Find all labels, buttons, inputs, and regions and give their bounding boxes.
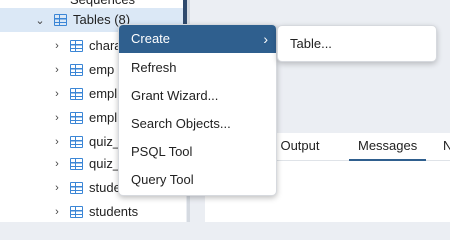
menu-item-psql-tool[interactable]: PSQL Tool bbox=[119, 138, 276, 166]
tab-messages[interactable]: Messages bbox=[349, 133, 427, 161]
tree-item-label: quiz_ bbox=[89, 134, 121, 149]
chevron-right-icon[interactable]: › bbox=[50, 176, 64, 200]
chevron-right-icon: › bbox=[263, 31, 268, 47]
table-icon bbox=[70, 182, 83, 194]
chevron-right-icon[interactable]: › bbox=[50, 200, 64, 222]
tree-item-label: chara bbox=[89, 38, 122, 53]
table-icon bbox=[54, 14, 67, 26]
menu-item-label: Create bbox=[131, 31, 171, 46]
chevron-down-icon[interactable]: ⌄ bbox=[33, 8, 47, 32]
chevron-right-icon[interactable]: › bbox=[50, 130, 64, 154]
tree-item-label: students bbox=[89, 204, 139, 219]
tree-item-label: emp bbox=[89, 62, 115, 77]
menu-item-refresh[interactable]: Refresh bbox=[119, 54, 276, 82]
tree-row-table[interactable]: › students bbox=[0, 200, 186, 222]
create-submenu: Table... bbox=[277, 25, 437, 62]
table-icon bbox=[70, 136, 83, 148]
menu-item-create[interactable]: Create › bbox=[119, 25, 276, 53]
table-icon bbox=[70, 206, 83, 218]
menu-item-search-objects[interactable]: Search Objects... bbox=[119, 110, 276, 138]
submenu-item-table[interactable]: Table... bbox=[278, 30, 436, 58]
menu-item-grant-wizard[interactable]: Grant Wizard... bbox=[119, 82, 276, 110]
tree-item-label: quiz_ bbox=[89, 156, 121, 171]
chevron-right-icon[interactable]: › bbox=[50, 82, 64, 106]
menu-item-query-tool[interactable]: Query Tool bbox=[119, 166, 276, 194]
context-menu: Create › Refresh Grant Wizard... Search … bbox=[118, 24, 277, 196]
chevron-right-icon[interactable]: › bbox=[50, 58, 64, 82]
tree-item-label: stude bbox=[89, 180, 121, 195]
tree-item-label: empl bbox=[89, 86, 118, 101]
table-icon bbox=[70, 88, 83, 100]
table-icon bbox=[70, 158, 83, 170]
chevron-right-icon[interactable]: › bbox=[50, 106, 64, 130]
tab-notifications[interactable]: N bbox=[443, 133, 450, 161]
table-icon bbox=[70, 64, 83, 76]
table-icon bbox=[70, 40, 83, 52]
chevron-right-icon[interactable]: › bbox=[50, 34, 64, 58]
chevron-right-icon[interactable]: › bbox=[50, 152, 64, 176]
table-icon bbox=[70, 112, 83, 124]
tree-item-label: empl bbox=[89, 110, 118, 125]
